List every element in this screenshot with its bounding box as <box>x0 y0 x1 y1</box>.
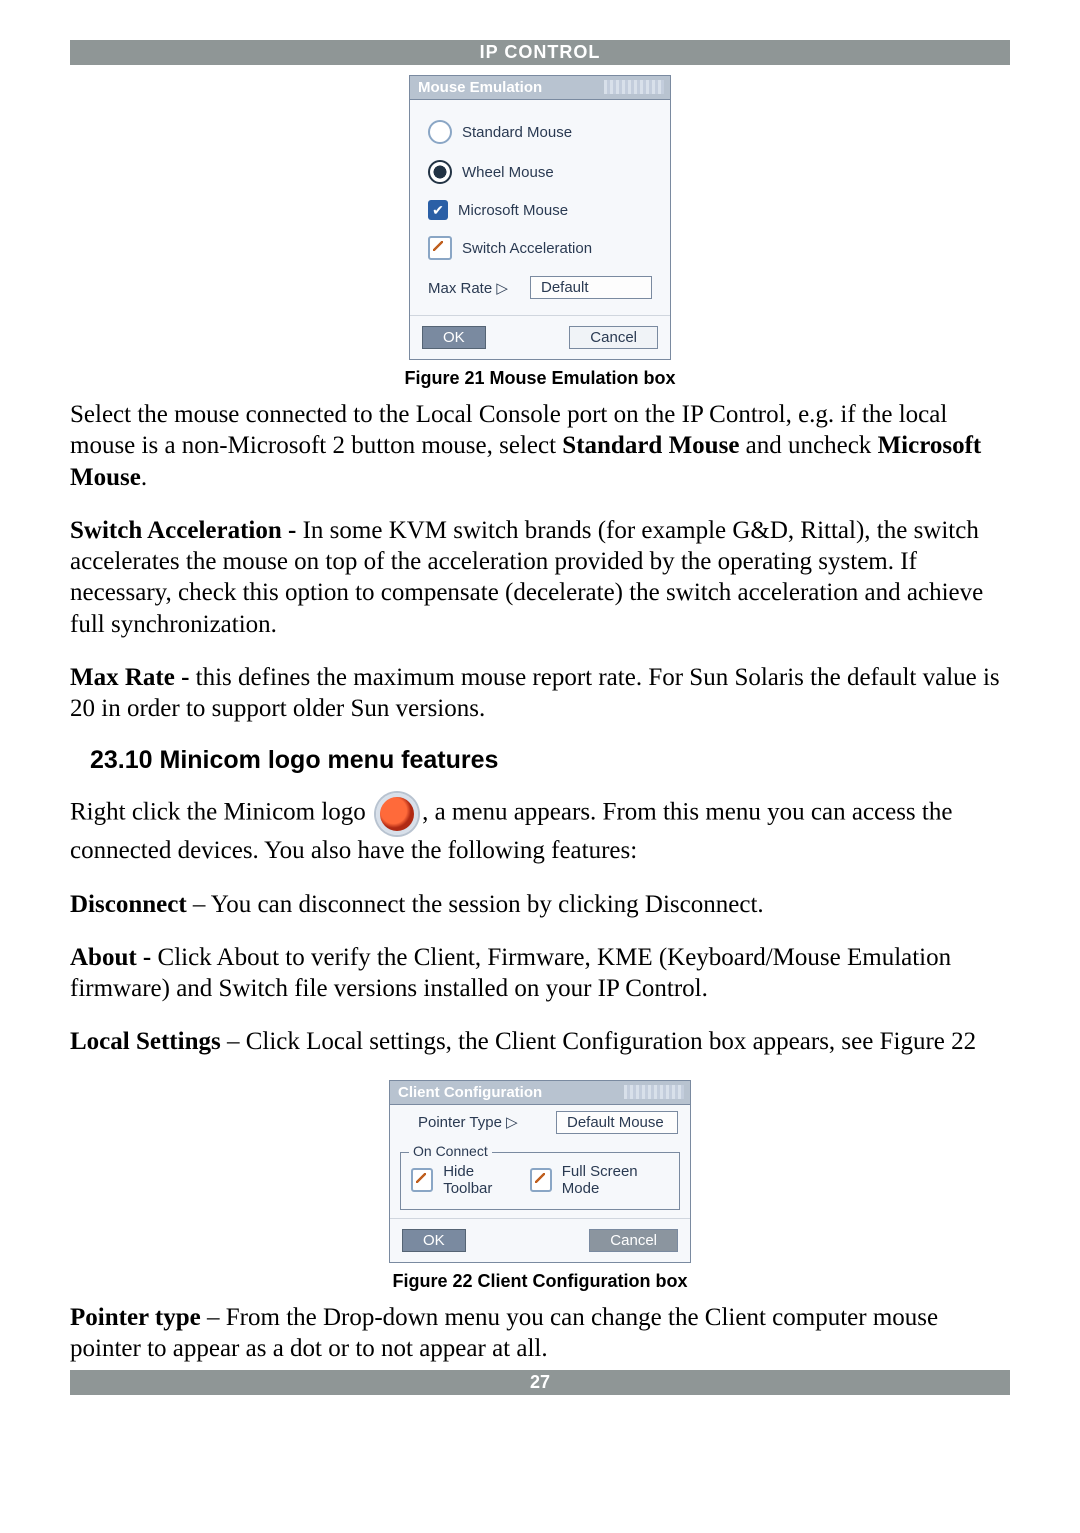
max-rate-dropdown[interactable]: Default <box>530 276 652 299</box>
ok-button[interactable]: OK <box>402 1229 466 1252</box>
pointer-type-dropdown[interactable]: Default Mouse <box>556 1111 678 1134</box>
option-hide-toolbar[interactable]: Hide Toolbar <box>411 1163 520 1197</box>
dialog-title: Mouse Emulation <box>410 76 670 100</box>
paragraph-right-click-logo: Right click the Minicom logo , a menu ap… <box>70 793 1010 866</box>
client-configuration-dialog: Client Configuration Pointer Type ▷ Defa… <box>389 1080 691 1263</box>
dialog-title-text: Mouse Emulation <box>418 79 542 96</box>
pointer-type-label: Pointer Type ▷ <box>418 1113 518 1131</box>
option-label: Wheel Mouse <box>462 164 554 181</box>
option-label: Microsoft Mouse <box>458 202 568 219</box>
check-icon <box>411 1168 433 1192</box>
option-label: Standard Mouse <box>462 124 572 141</box>
paragraph-disconnect: Disconnect – You can disconnect the sess… <box>70 889 1010 920</box>
radio-icon <box>428 120 452 144</box>
paragraph-pointer-type: Pointer type – From the Drop-down menu y… <box>70 1302 1010 1365</box>
on-connect-legend: On Connect <box>409 1143 492 1159</box>
section-heading: 23.10 Minicom logo menu features <box>90 746 1010 775</box>
paragraph-select-mouse: Select the mouse connected to the Local … <box>70 399 1010 493</box>
header-bar: IP CONTROL <box>70 40 1010 65</box>
option-standard-mouse[interactable]: Standard Mouse <box>428 112 652 152</box>
mouse-emulation-dialog: Mouse Emulation Standard Mouse Wheel Mou… <box>409 75 671 360</box>
cancel-button[interactable]: Cancel <box>569 326 658 349</box>
max-rate-row: Max Rate ▷ Default <box>428 268 652 303</box>
figure-21-caption: Figure 21 Mouse Emulation box <box>70 368 1010 389</box>
option-switch-acceleration[interactable]: Switch Acceleration <box>428 228 652 268</box>
dialog-title-text: Client Configuration <box>398 1084 542 1101</box>
paragraph-local-settings: Local Settings – Click Local settings, t… <box>70 1026 1010 1057</box>
cancel-button[interactable]: Cancel <box>589 1229 678 1252</box>
option-label: Full Screen Mode <box>562 1163 669 1197</box>
on-connect-fieldset: On Connect Hide Toolbar Full Screen Mode <box>400 1152 680 1210</box>
option-full-screen-mode[interactable]: Full Screen Mode <box>530 1163 669 1197</box>
check-icon <box>530 1168 552 1192</box>
check-icon: ✔ <box>428 200 448 220</box>
option-label: Hide Toolbar <box>443 1163 519 1197</box>
max-rate-label: Max Rate ▷ <box>428 279 508 297</box>
dialog-title: Client Configuration <box>390 1081 690 1105</box>
option-wheel-mouse[interactable]: Wheel Mouse <box>428 152 652 192</box>
option-microsoft-mouse[interactable]: ✔ Microsoft Mouse <box>428 192 652 228</box>
pointer-type-row: Pointer Type ▷ Default Mouse <box>390 1105 690 1144</box>
option-label: Switch Acceleration <box>462 240 592 257</box>
header-title: IP CONTROL <box>480 42 601 62</box>
paragraph-about: About - Click About to verify the Client… <box>70 942 1010 1005</box>
ok-button[interactable]: OK <box>422 326 486 349</box>
check-icon <box>428 236 452 260</box>
paragraph-max-rate: Max Rate - this defines the maximum mous… <box>70 662 1010 725</box>
paragraph-switch-acceleration: Switch Acceleration - In some KVM switch… <box>70 515 1010 640</box>
page-number: 27 <box>530 1372 550 1392</box>
figure-22-caption: Figure 22 Client Configuration box <box>70 1271 1010 1292</box>
footer-bar: 27 <box>70 1370 1010 1395</box>
radio-icon <box>428 160 452 184</box>
minicom-logo-icon <box>376 793 418 835</box>
